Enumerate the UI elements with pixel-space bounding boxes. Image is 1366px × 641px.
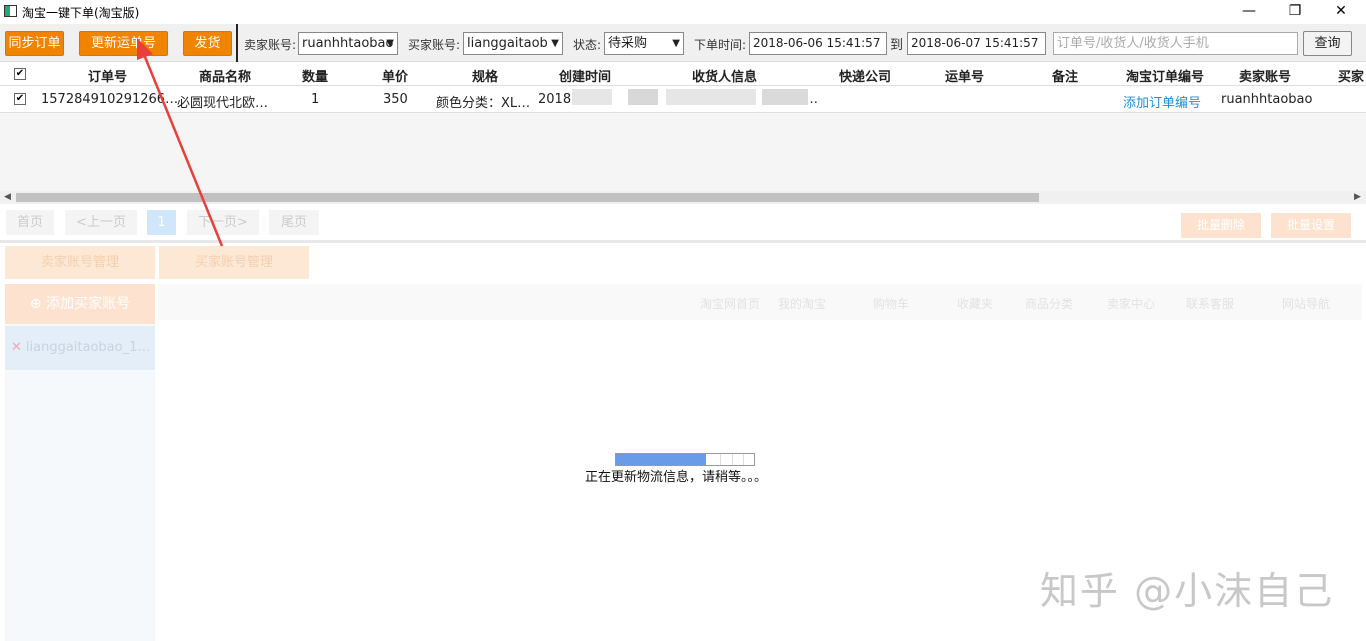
arrow-head: [137, 38, 153, 60]
arrow-shaft: [141, 51, 224, 247]
annotation-arrow: [137, 38, 224, 247]
